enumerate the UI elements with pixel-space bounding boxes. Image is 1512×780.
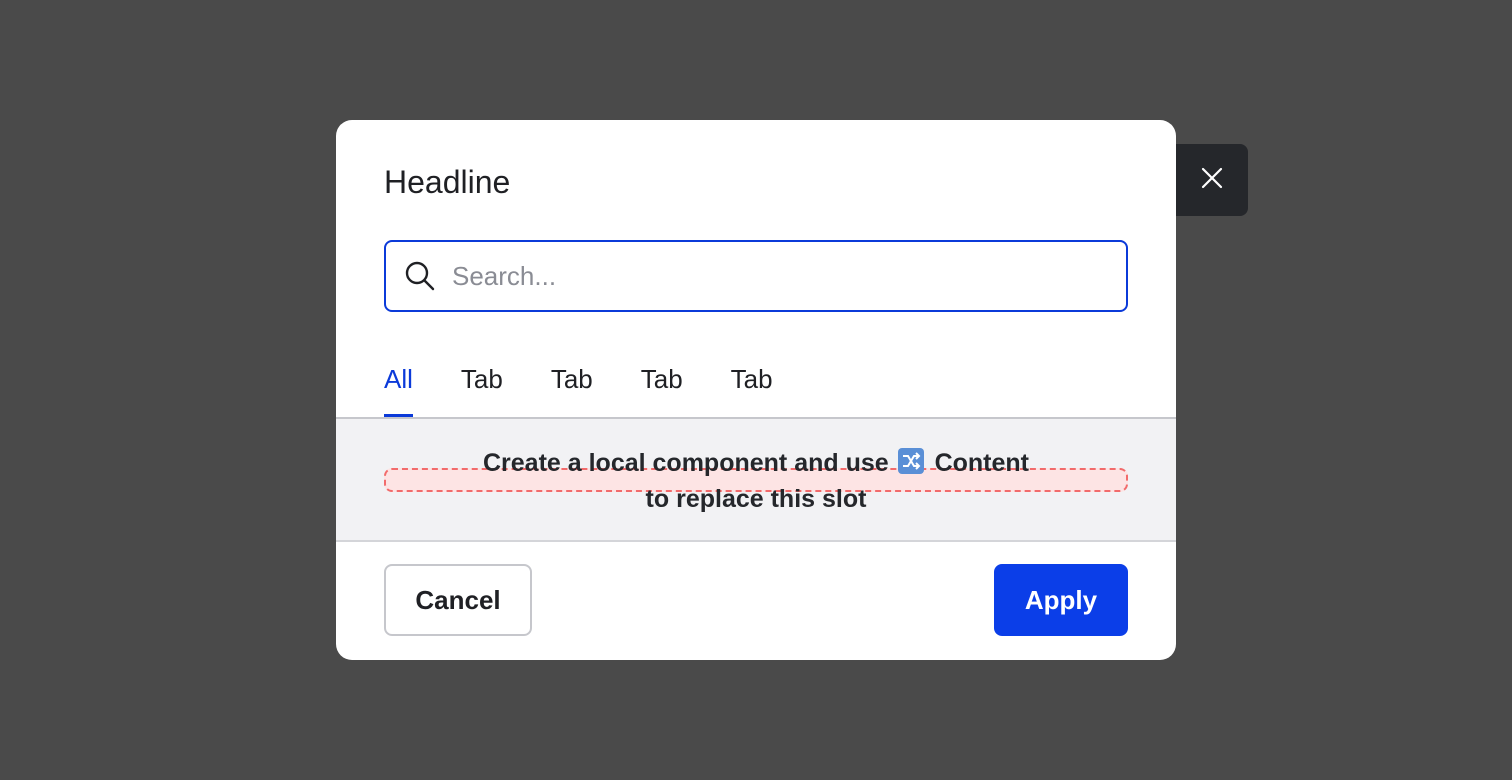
close-icon [1200, 166, 1224, 195]
close-button[interactable] [1176, 144, 1248, 216]
content-slot: Create a local component and use Content… [336, 419, 1176, 540]
tab-4[interactable]: Tab [731, 360, 773, 418]
slot-text-line2: to replace this slot [645, 485, 867, 513]
search-input[interactable] [450, 241, 1126, 311]
footer-divider [336, 540, 1176, 542]
tab-3[interactable]: Tab [641, 360, 683, 418]
tab-bar: All Tab Tab Tab Tab [384, 360, 821, 418]
dialog: Headline All Tab Tab Tab Tab Create a lo… [336, 120, 1176, 660]
search-icon [404, 260, 436, 292]
slot-instruction: Create a local component and use Content… [336, 445, 1176, 517]
slot-text-line1-end: Content [934, 449, 1029, 477]
cancel-button[interactable]: Cancel [384, 564, 532, 636]
tab-2[interactable]: Tab [551, 360, 593, 418]
shuffle-icon [897, 448, 924, 474]
tab-1[interactable]: Tab [461, 360, 503, 418]
search-field[interactable] [384, 240, 1128, 312]
dialog-headline: Headline [384, 164, 511, 200]
tab-all[interactable]: All [384, 360, 413, 418]
apply-button[interactable]: Apply [994, 564, 1128, 636]
slot-text-line1-start: Create a local component and use [483, 449, 889, 477]
